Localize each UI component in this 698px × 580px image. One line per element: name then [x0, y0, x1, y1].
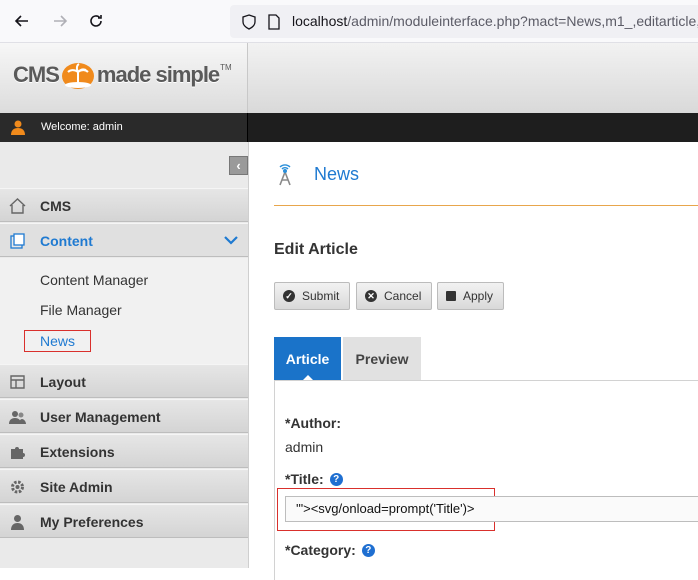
- cms-header: CMS made simple TM: [0, 43, 698, 113]
- cancel-button[interactable]: ✕ Cancel: [356, 282, 433, 310]
- welcome-text: Welcome: admin: [41, 121, 123, 133]
- logo-text-left: CMS: [13, 62, 60, 87]
- welcome-bar: Welcome: admin: [0, 113, 698, 142]
- logo-text-right: made simple: [96, 62, 220, 87]
- help-icon[interactable]: ?: [329, 473, 343, 486]
- sidebar-item-label: Content: [40, 233, 93, 249]
- logo-area: CMS made simple TM: [0, 43, 248, 113]
- check-circle-icon: ✓: [283, 290, 295, 302]
- sidebar-item-label: Site Admin: [40, 479, 113, 495]
- home-icon: [9, 198, 26, 214]
- address-bar[interactable]: localhost/admin/moduleinterface.php?mact…: [230, 5, 698, 38]
- sidebar-item-user-management[interactable]: User Management: [0, 399, 248, 433]
- shield-icon[interactable]: [241, 14, 257, 30]
- close-circle-icon: ✕: [365, 290, 377, 302]
- sidebar-item-my-preferences[interactable]: My Preferences: [0, 504, 248, 538]
- main-content: News Edit Article ✓ Submit ✕ Cancel Apply …: [249, 142, 698, 580]
- sidebar-collapse-button[interactable]: ‹: [229, 156, 248, 175]
- users-icon: [9, 411, 26, 424]
- sidebar-item-cms[interactable]: CMS: [0, 188, 248, 222]
- gear-icon: [11, 480, 24, 494]
- puzzle-icon: [11, 447, 25, 459]
- news-module-icon: [279, 164, 291, 186]
- submit-button[interactable]: ✓ Submit: [274, 282, 351, 310]
- submenu-news[interactable]: News: [24, 330, 92, 352]
- forward-icon[interactable]: [48, 9, 72, 33]
- layout-icon: [10, 375, 25, 389]
- chevron-down-icon[interactable]: [224, 234, 238, 246]
- sidebar-item-label: CMS: [40, 198, 72, 214]
- author-label: *Author:: [285, 415, 341, 431]
- author-value: admin: [285, 439, 324, 455]
- module-title: News: [314, 163, 360, 184]
- sidebar-item-content[interactable]: Content: [0, 223, 248, 257]
- sidebar-item-site-admin[interactable]: Site Admin: [0, 469, 248, 503]
- sidebar-item-extensions[interactable]: Extensions: [0, 434, 248, 468]
- submenu-content-manager[interactable]: Content Manager: [40, 272, 148, 288]
- sidebar-item-layout[interactable]: Layout: [0, 364, 248, 398]
- browser-toolbar: localhost/admin/moduleinterface.php?mact…: [0, 0, 698, 43]
- apply-button[interactable]: Apply: [437, 282, 505, 310]
- logo-trademark: TM: [220, 62, 232, 72]
- back-icon[interactable]: [10, 9, 34, 33]
- content-icon: [10, 233, 25, 249]
- sidebar-item-label: User Management: [40, 409, 161, 425]
- welcome-left: Welcome: admin: [0, 113, 248, 142]
- cms-logo[interactable]: CMS made simple TM: [13, 60, 232, 90]
- sidebar-item-label: Layout: [40, 374, 86, 390]
- tab-preview[interactable]: Preview: [343, 337, 421, 380]
- sidebar-item-label: My Preferences: [40, 514, 144, 530]
- title-input[interactable]: '"><svg/onload=prompt('Title')>: [285, 496, 698, 522]
- module-header: News: [274, 162, 359, 186]
- save-icon: [446, 291, 456, 301]
- module-divider: [274, 205, 698, 206]
- submenu-file-manager[interactable]: File Manager: [40, 302, 122, 318]
- help-icon[interactable]: ?: [361, 544, 375, 557]
- tab-article[interactable]: Article: [274, 337, 341, 381]
- island-logo-icon: [61, 63, 94, 89]
- title-label: *Title:?: [285, 471, 343, 487]
- reload-icon[interactable]: [84, 9, 108, 33]
- chevron-left-icon: ‹: [236, 158, 241, 173]
- user-icon: [11, 120, 25, 135]
- page-icon: [268, 14, 280, 30]
- url-text[interactable]: localhost/admin/moduleinterface.php?mact…: [292, 13, 698, 29]
- user-icon: [11, 515, 24, 530]
- page-title: Edit Article: [274, 241, 358, 258]
- category-label: *Category:?: [285, 542, 375, 558]
- sidebar-item-label: Extensions: [40, 444, 115, 460]
